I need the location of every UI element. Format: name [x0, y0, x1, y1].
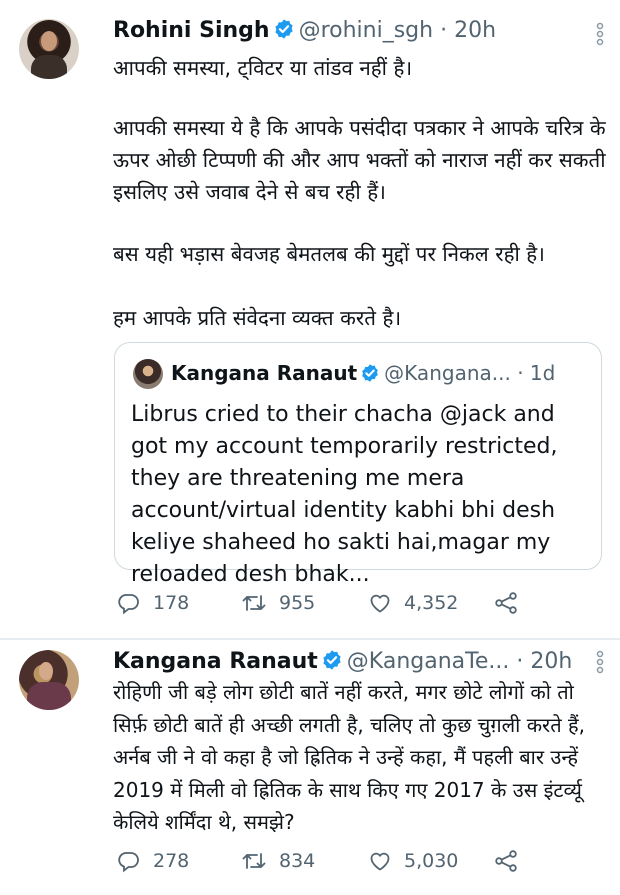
reply-button[interactable]: 278	[117, 846, 189, 876]
quoted-tweet-header: Kangana Ranaut @Kangana... · 1d	[171, 359, 555, 390]
tweet-text-paragraph: आपकी समस्या ये है कि आपके पसंदीदा पत्रका…	[113, 116, 606, 204]
avatar[interactable]	[19, 650, 79, 710]
tweet-header: Kangana Ranaut @KanganaTe... · 20h	[113, 648, 572, 679]
reply-icon	[118, 594, 139, 615]
like-count: 5,030	[404, 850, 459, 872]
author-handle[interactable]: @Kangana...	[384, 361, 511, 385]
tweet-text-paragraph: हम आपके प्रति संवेदना व्यक्त करते है।	[113, 306, 402, 330]
reply-button[interactable]: 178	[117, 588, 189, 618]
tweet-actions: 178 955 4,352	[113, 588, 613, 618]
avatar[interactable]	[133, 359, 163, 389]
verified-badge-icon	[321, 649, 343, 679]
author-name[interactable]: Kangana Ranaut	[113, 649, 318, 674]
author-handle[interactable]: @KanganaTe...	[347, 649, 510, 674]
share-button[interactable]	[493, 588, 531, 618]
reply-count: 178	[153, 592, 190, 614]
reply-count: 278	[153, 850, 190, 872]
tweet-actions: 278 834 5,030	[113, 846, 613, 876]
like-icon	[370, 852, 390, 871]
retweet-button[interactable]: 834	[241, 846, 315, 876]
tweet-text-paragraph: आपकी समस्या, ट्विटर या तांडव नहीं है।	[113, 56, 413, 80]
retweet-count: 955	[279, 592, 316, 614]
like-count: 4,352	[404, 592, 459, 614]
tweet-time[interactable]: · 1d	[517, 361, 555, 385]
like-icon	[370, 594, 390, 613]
quoted-tweet-text: Librus cried to their chacha @jack and g…	[131, 402, 558, 587]
retweet-icon	[242, 595, 266, 611]
tweet-text-paragraph: रोहिणी जी बड़े लोग छोटी बातें नहीं करते,…	[113, 680, 585, 834]
tweet-header: Rohini Singh @rohini_sgh · 20h	[113, 17, 496, 48]
verified-badge-icon	[360, 362, 380, 390]
more-vertical-icon[interactable]	[596, 650, 604, 674]
like-button[interactable]: 5,030	[368, 846, 458, 876]
tweet-time[interactable]: · 20h	[516, 649, 572, 674]
author-handle[interactable]: @rohini_sgh	[299, 18, 434, 43]
retweet-icon	[242, 853, 266, 869]
avatar[interactable]	[19, 19, 79, 79]
author-name[interactable]: Rohini Singh	[113, 18, 270, 43]
share-icon	[495, 850, 517, 872]
share-icon	[495, 592, 517, 614]
reply-icon	[118, 852, 139, 873]
author-name[interactable]: Kangana Ranaut	[171, 361, 357, 385]
retweet-button[interactable]: 955	[241, 588, 315, 618]
tweet-time[interactable]: · 20h	[440, 18, 496, 43]
like-button[interactable]: 4,352	[368, 588, 458, 618]
tweet-text-paragraph: बस यही भड़ास बेवजह बेमतलब की मुद्दों पर …	[113, 242, 545, 266]
quoted-tweet[interactable]: Kangana Ranaut @Kangana... · 1d Librus cr…	[114, 342, 602, 587]
share-button[interactable]	[493, 846, 531, 876]
more-vertical-icon[interactable]	[596, 22, 604, 46]
retweet-count: 834	[279, 850, 316, 872]
verified-badge-icon	[273, 18, 295, 48]
